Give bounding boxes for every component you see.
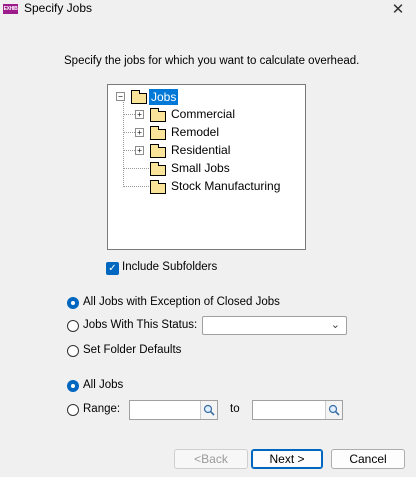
tree-connector [124,168,149,169]
search-icon [203,404,215,416]
radio-range[interactable] [67,404,79,416]
radio-label: Set Folder Defaults [83,344,182,356]
radio-label: All Jobs [83,379,124,391]
search-icon [328,404,340,416]
folder-icon [150,126,166,140]
radio-set-folder-defaults[interactable] [67,345,79,357]
tree-connector [123,98,124,187]
radio-label: Range: [83,403,121,415]
collapse-icon[interactable]: − [116,92,125,101]
include-subfolders-label: Include Subfolders [122,261,218,273]
title-bar: EXHIB Specify Jobs ✕ [0,0,416,20]
tree-node-remodel[interactable]: + Remodel [135,124,295,140]
cancel-button[interactable]: Cancel [331,449,405,469]
tree-node-label: Commercial [171,107,236,121]
expand-icon[interactable]: + [135,146,144,155]
range-to-input[interactable] [252,400,343,420]
close-button[interactable]: ✕ [390,0,406,18]
jobs-tree[interactable]: − Jobs + Commercial + Remodel + Resident… [107,84,306,250]
folder-icon [150,180,166,194]
tree-node-small-jobs[interactable]: Small Jobs [150,160,300,176]
radio-all-jobs[interactable] [67,380,79,392]
next-button[interactable]: Next > [251,449,323,469]
window-title: Specify Jobs [24,1,93,15]
tree-connector [124,186,149,187]
folder-icon [150,162,166,176]
range-from-input[interactable] [129,400,218,420]
expand-icon[interactable]: + [135,110,144,119]
tree-node-label: Residential [171,143,231,157]
tree-node-residential[interactable]: + Residential [135,142,295,158]
folder-icon [131,90,147,104]
radio-label: All Jobs with Exception of Closed Jobs [83,296,280,308]
folder-icon [150,144,166,158]
range-to-label: to [230,403,240,415]
tree-node-commercial[interactable]: + Commercial [135,106,295,122]
app-icon: EXHIB [3,4,18,14]
range-to-lookup-button[interactable] [325,401,342,419]
tree-node-jobs[interactable]: − Jobs [116,89,236,105]
tree-node-label: Jobs [149,89,179,105]
instruction-text: Specify the jobs for which you want to c… [64,55,360,67]
back-button[interactable]: <Back [174,449,248,469]
status-select[interactable]: ⌄ [202,316,347,335]
include-subfolders-checkbox[interactable]: ✓ [106,262,119,275]
tree-node-stock-manufacturing[interactable]: Stock Manufacturing [150,178,300,194]
radio-label: Jobs With This Status: [83,319,198,331]
tree-node-label: Small Jobs [171,161,230,175]
chevron-down-icon: ⌄ [330,319,340,331]
expand-icon[interactable]: + [135,128,144,137]
radio-jobs-with-status[interactable] [67,320,79,332]
radio-all-jobs-except-closed[interactable] [67,297,79,309]
tree-node-label: Remodel [171,125,220,139]
tree-node-label: Stock Manufacturing [171,179,281,193]
range-from-lookup-button[interactable] [200,401,217,419]
folder-icon [150,108,166,122]
